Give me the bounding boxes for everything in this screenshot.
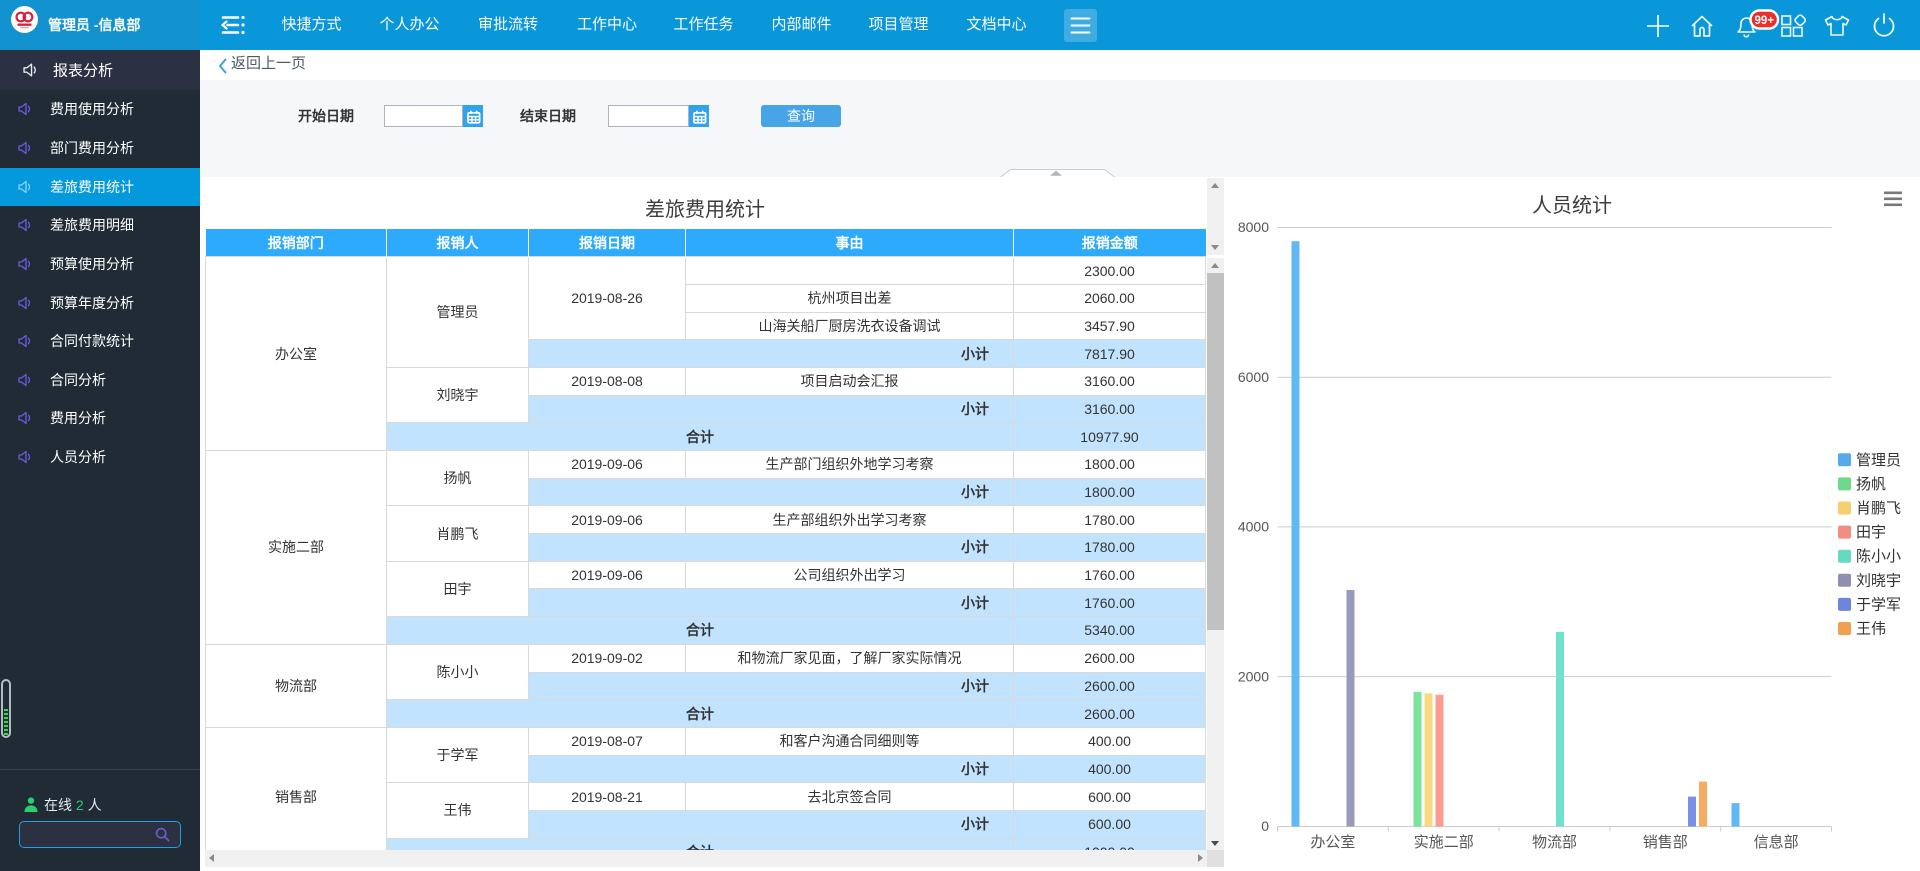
svg-text:肖鹏飞: 肖鹏飞	[1856, 500, 1901, 517]
svg-text:于学军: 于学军	[1856, 596, 1901, 613]
svg-text:刘晓宇: 刘晓宇	[1856, 572, 1901, 589]
svg-text:人员统计: 人员统计	[1532, 194, 1612, 217]
svg-text:田宇: 田宇	[1856, 524, 1886, 541]
svg-text:99+: 99+	[1755, 15, 1775, 27]
svg-text:物流部: 物流部	[1532, 834, 1577, 851]
svg-text:王伟: 王伟	[1856, 621, 1886, 638]
svg-text:信息部: 信息部	[1754, 834, 1799, 851]
svg-text:销售部: 销售部	[1643, 834, 1688, 851]
svg-text:2000: 2000	[1238, 669, 1269, 685]
svg-text:8000: 8000	[1238, 219, 1269, 235]
svg-text:扬帆: 扬帆	[1856, 476, 1886, 493]
svg-text:管理员: 管理员	[1856, 452, 1901, 469]
svg-text:实施二部: 实施二部	[1414, 834, 1474, 851]
svg-text:6000: 6000	[1238, 369, 1269, 385]
svg-text:办公室: 办公室	[1310, 834, 1355, 851]
svg-text:4000: 4000	[1238, 519, 1269, 535]
svg-text:0: 0	[1261, 818, 1269, 834]
svg-text:陈小小: 陈小小	[1856, 547, 1901, 565]
